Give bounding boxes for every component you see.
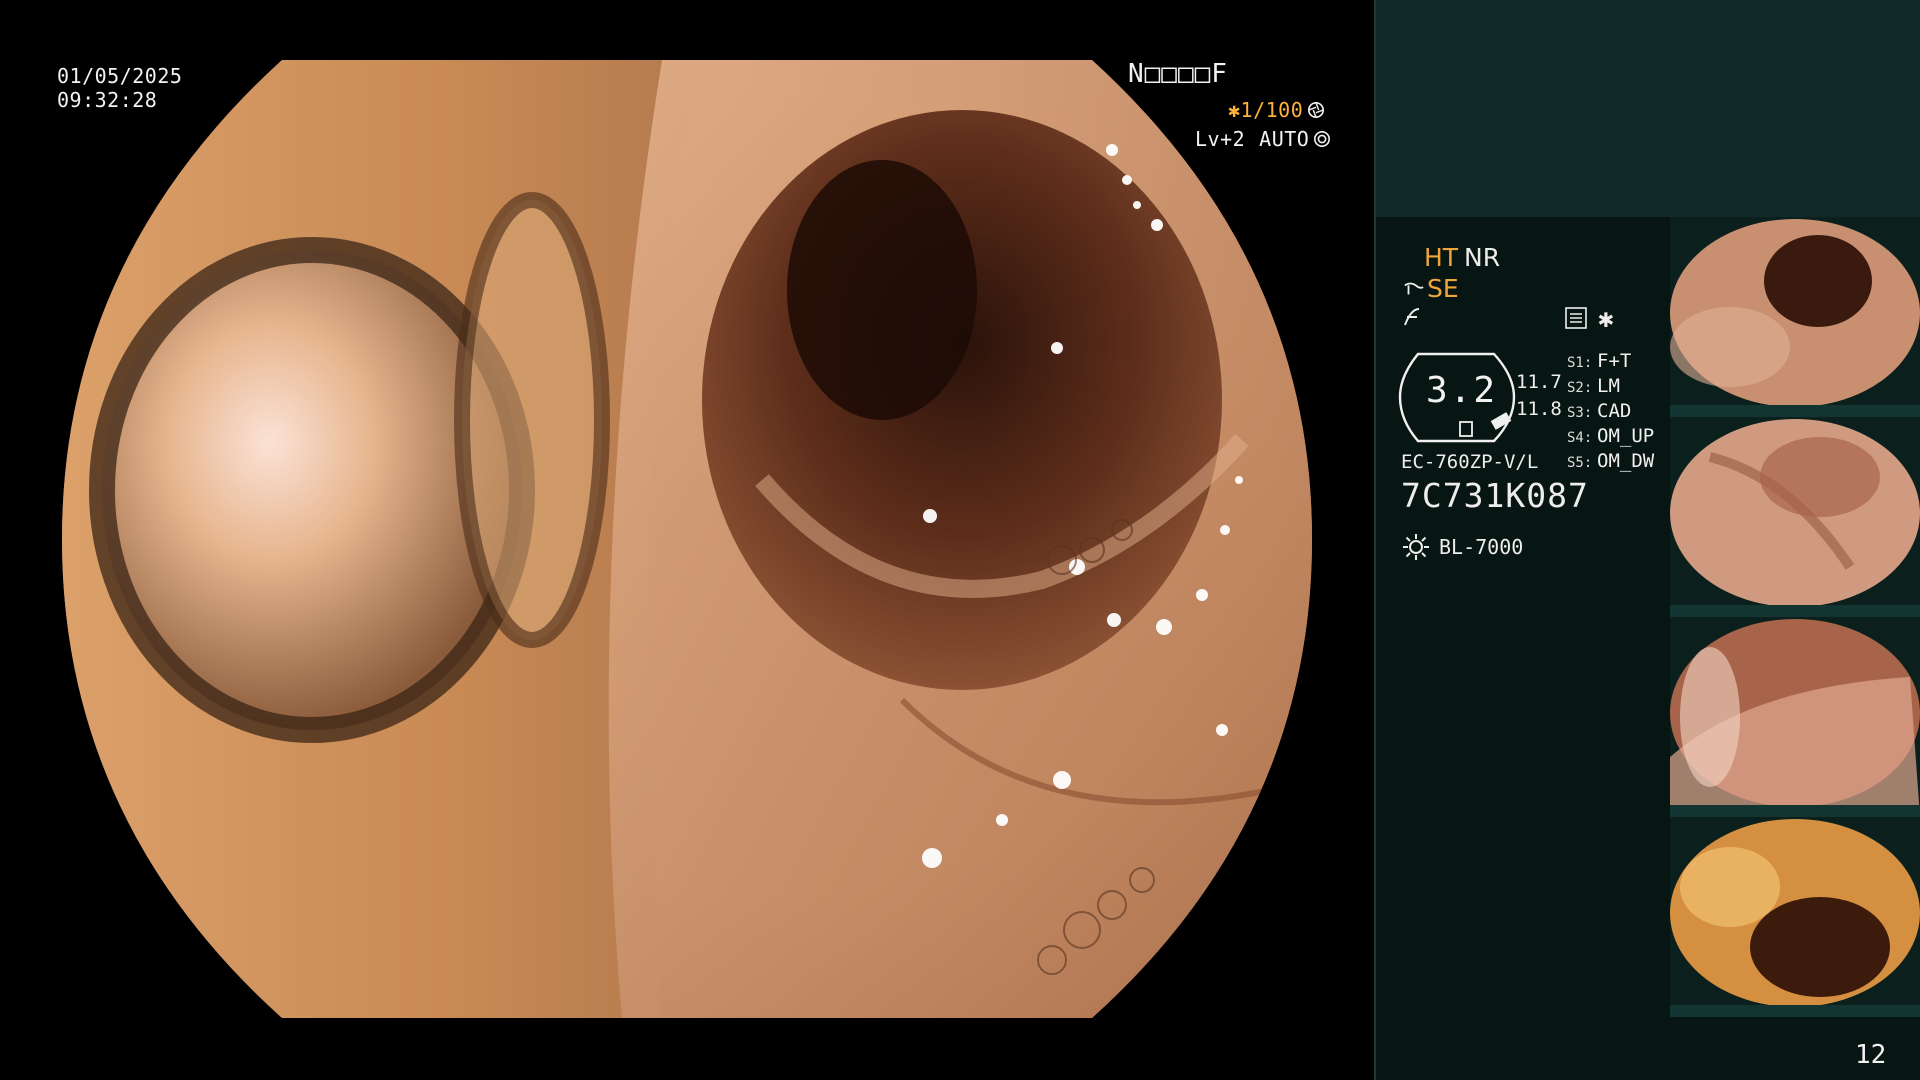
mode-nr: NR [1464,243,1501,272]
thumbnail[interactable] [1670,817,1920,1017]
shutter-icon [1308,101,1325,119]
settings-value: OM_DW [1597,450,1655,472]
settings-value: LM [1597,375,1620,397]
magnification-value: 3.2 [1426,370,1498,411]
shutter-speed: ✱1/100 [1228,98,1325,122]
light-source: BL-7000 [1401,532,1523,562]
enhance-icon [1404,282,1424,294]
light-source-icon [1403,534,1429,560]
settings-list: S1: F+T S2: LM S3: CAD S4: OM_UP S5: OM_… [1567,350,1654,475]
endoscope-image [62,60,1312,1018]
auto-label: AUTO [1259,127,1310,151]
thumbnail[interactable] [1670,217,1920,417]
settings-key: S3: [1567,405,1593,421]
panel-header [1374,0,1920,217]
shutter-value: ✱1/100 [1228,98,1304,122]
light-source-label: BL-7000 [1439,535,1524,559]
settings-row: S1: F+T [1567,350,1654,375]
exam-date: 01/05/2025 [57,64,183,88]
mode-se: SE [1403,274,1459,303]
dial-value-1: 11.7 [1516,371,1562,393]
settings-key: S4: [1567,430,1593,446]
settings-row: S4: OM_UP [1567,425,1654,450]
exam-time: 09:32:28 [57,88,158,112]
level-value: Lv+2 [1195,127,1246,151]
menu-icon [1565,307,1587,329]
brightness-level: Lv+2 AUTO [1195,127,1331,151]
settings-key: S1: [1567,355,1593,371]
settings-value: OM_UP [1597,425,1655,447]
page-number: 12 [1855,1040,1887,1070]
settings-key: S2: [1567,380,1593,396]
status-code: N□□□□F [1128,59,1228,89]
settings-key: S5: [1567,455,1593,471]
settings-value: CAD [1597,400,1632,422]
capture-thumbnails [1670,217,1920,1017]
dial-value-2: 11.8 [1516,398,1562,420]
scope-model: EC-760ZP-V/L [1401,451,1539,473]
endoscope-view: 01/05/2025 09:32:28 N□□□□F ✱1/100 Lv+2 A… [0,0,1374,1080]
thumbnail[interactable] [1670,617,1920,817]
mode-se-label: SE [1427,274,1459,303]
settings-row: S5: OM_DW [1567,450,1654,475]
gesture-icon [1404,308,1420,326]
settings-row: S3: CAD [1567,400,1654,425]
mode-ht: HT [1424,243,1459,272]
thumbnail[interactable] [1670,417,1920,617]
auto-iris-icon [1314,130,1331,148]
settings-value: F+T [1597,350,1632,372]
scope-serial: 7C731K087 [1401,476,1589,515]
settings-row: S2: LM [1567,375,1654,400]
asterisk-indicator: ✱ [1598,304,1614,334]
